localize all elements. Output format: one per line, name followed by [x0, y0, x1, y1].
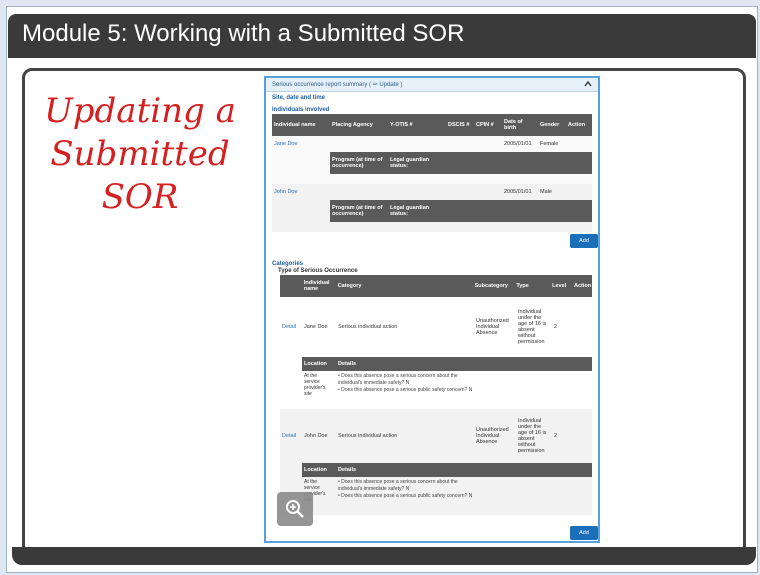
col-individual-name: Individual name	[274, 122, 316, 128]
add-individual-button[interactable]: Add	[570, 234, 598, 248]
zoom-in-icon[interactable]	[277, 492, 313, 526]
col-category: Category	[337, 283, 362, 289]
col-dob: Date of birth	[504, 119, 523, 131]
category-value: Serious individual action	[338, 324, 398, 330]
category-block: Detail John Doe Serious individual actio…	[280, 409, 592, 515]
detail-text: Does this absence pose a serious concern…	[338, 479, 458, 492]
location-value: At the service provider's site	[304, 373, 326, 397]
col-gender: Gender	[540, 122, 560, 128]
sor-summary-panel: Serious occurrence report summary ( ✏ Up…	[264, 76, 600, 543]
individuals-table-header: Individual name Placing Agency Y-OTIS # …	[272, 114, 592, 136]
category-block: Detail Jane Doe Serious individual actio…	[280, 297, 592, 409]
individual-dob: 2005/01/01	[504, 141, 532, 147]
category-individual: Jane Doe	[304, 324, 328, 330]
individuals-label: Individuals involved	[272, 107, 330, 113]
col-cat-name: Individual name	[303, 280, 330, 292]
individual-subheader: Program (at time of occurrence) Legal gu…	[330, 200, 592, 222]
handwritten-line-3: SOR	[101, 177, 179, 217]
level-value: 2	[554, 433, 558, 439]
type-label: Type of Serious Occurrence	[278, 268, 358, 274]
subcategory-value: Unauthorized Individual Absence	[476, 427, 509, 445]
col-dscis: DSCIS #	[448, 122, 470, 128]
handwritten-note: Updating a Submitted SOR	[40, 90, 240, 219]
slide-title: Module 5: Working with a Submitted SOR	[22, 20, 465, 47]
individual-name-link[interactable]: Jane Doe	[272, 139, 330, 149]
individual-gender: Female	[540, 141, 559, 147]
category-individual: John Doe	[304, 433, 328, 439]
col-cat-action: Action	[573, 283, 592, 289]
individual-dob: 2005/01/01	[504, 189, 532, 195]
panel-header[interactable]: Serious occurrence report summary ( ✏ Up…	[266, 78, 598, 92]
detail-link[interactable]: Detail	[280, 322, 302, 332]
individual-block: John Doe 2005/01/01 Male Program (at tim…	[272, 184, 592, 232]
col-placing-agency: Placing Agency	[332, 122, 373, 128]
detail-text: Does this absence pose a serious concern…	[338, 373, 458, 386]
individual-subheader: Program (at time of occurrence) Legal gu…	[330, 152, 592, 174]
title-bar: Module 5: Working with a Submitted SOR	[8, 14, 756, 58]
col-location: Location	[304, 467, 327, 473]
location-header: Location Details	[302, 463, 592, 477]
type-value: Individual under the age of 16 is absent…	[518, 309, 547, 345]
categories-table-header: Individual name Category Subcategory Typ…	[280, 275, 592, 297]
chevron-up-icon[interactable]	[584, 80, 592, 89]
handwritten-line-2: Submitted	[50, 134, 230, 174]
panel-header-title[interactable]: Serious occurrence report summary ( ✏ Up…	[272, 81, 402, 88]
detail-bullet: • Does this absence pose a serious conce…	[338, 479, 458, 492]
col-program: Program (at time of occurrence)	[332, 157, 383, 169]
col-action: Action	[568, 122, 586, 128]
add-category-button[interactable]: Add	[570, 526, 598, 540]
categories-label: Categories	[272, 261, 304, 267]
detail-bullet: • Does this absence pose a serious publi…	[338, 387, 473, 393]
detail-bullet: • Does this absence pose a serious publi…	[338, 493, 473, 499]
detail-link[interactable]: Detail	[280, 431, 302, 441]
col-type: Type	[516, 283, 529, 289]
col-details: Details	[338, 361, 357, 367]
col-program: Program (at time of occurrence)	[332, 205, 383, 217]
handwritten-line-1: Updating a	[44, 91, 236, 131]
individual-gender: Male	[540, 189, 552, 195]
level-value: 2	[554, 324, 558, 330]
col-location: Location	[304, 361, 327, 367]
bottom-bar	[12, 547, 756, 565]
site-label: Site, date and time	[272, 95, 326, 101]
col-cpin: CPIN #	[476, 122, 494, 128]
col-yotis: Y-OTIS #	[390, 122, 413, 128]
type-value: Individual under the age of 16 is absent…	[518, 418, 547, 454]
individual-name-link[interactable]: John Doe	[272, 187, 330, 197]
col-level: Level	[552, 283, 567, 289]
col-guardian: Legal guardian status:	[390, 205, 430, 217]
category-value: Serious individual action	[338, 433, 398, 439]
col-guardian: Legal guardian status:	[390, 157, 430, 169]
location-header: Location Details	[302, 357, 592, 371]
subcategory-value: Unauthorized Individual Absence	[476, 318, 509, 336]
col-details: Details	[338, 467, 357, 473]
individual-block: Jane Doe 2005/01/01 Female Program (at t…	[272, 136, 592, 184]
detail-text: Does this absence pose a serious public …	[341, 493, 473, 499]
detail-bullet: • Does this absence pose a serious conce…	[338, 373, 458, 386]
detail-text: Does this absence pose a serious public …	[341, 387, 473, 393]
col-subcategory: Subcategory	[474, 283, 508, 289]
